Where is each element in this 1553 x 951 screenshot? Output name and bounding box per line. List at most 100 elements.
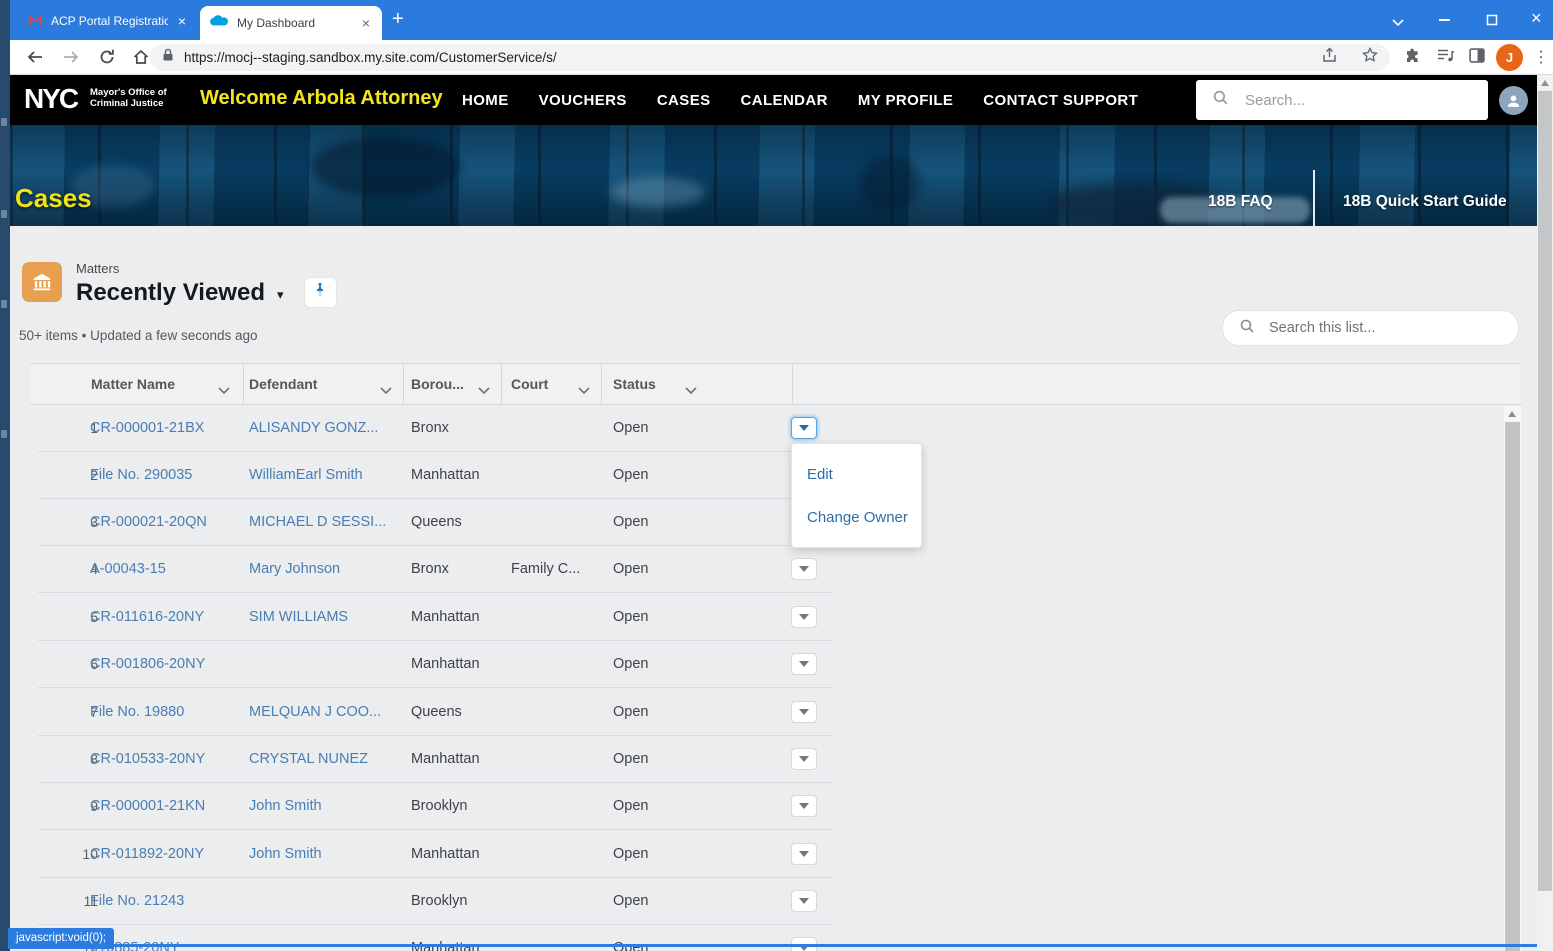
matter-link[interactable]: CR-011616-20NY xyxy=(90,594,204,641)
reading-list-icon[interactable] xyxy=(1437,48,1457,68)
matter-link[interactable]: File No. 19880 xyxy=(90,689,184,736)
matter-link[interactable]: CR-001806-20NY xyxy=(90,641,205,688)
url-bar[interactable]: https://mocj--staging.sandbox.my.site.co… xyxy=(150,44,1390,71)
matter-link[interactable]: CR-011892-20NY xyxy=(90,831,204,878)
column-matter-name[interactable]: Matter Name xyxy=(91,376,175,392)
new-tab-button[interactable]: + xyxy=(392,8,404,31)
browser-tab-acp-portal[interactable]: ACP Portal Registratio × xyxy=(18,5,198,37)
extensions-puzzle-icon[interactable] xyxy=(1404,48,1424,68)
link-18b-faq[interactable]: 18B FAQ xyxy=(1208,193,1273,211)
page-scrollbar-thumb[interactable] xyxy=(1538,91,1552,891)
browser-tab-bar: ACP Portal Registratio × My Dashboard × … xyxy=(10,0,1553,40)
window-maximize-button[interactable] xyxy=(1486,13,1498,31)
back-icon[interactable] xyxy=(26,48,46,68)
window-menu-chevron-icon[interactable] xyxy=(1392,14,1404,32)
chevron-down-icon[interactable] xyxy=(578,381,590,399)
scroll-up-arrow-icon[interactable] xyxy=(1508,411,1516,417)
nav-item-my-profile[interactable]: MY PROFILE xyxy=(858,92,953,109)
list-search[interactable] xyxy=(1222,310,1519,346)
nav-item-cases[interactable]: CASES xyxy=(657,92,711,109)
view-caret-icon[interactable]: ▾ xyxy=(277,283,284,303)
column-court[interactable]: Court xyxy=(511,376,548,392)
triangle-down-icon xyxy=(799,898,809,904)
row-actions-button[interactable] xyxy=(791,653,817,675)
search-icon xyxy=(1239,318,1255,339)
row-actions-button[interactable] xyxy=(791,606,817,628)
defendant-link[interactable]: MELQUAN J COO... xyxy=(249,689,381,736)
chevron-down-icon[interactable] xyxy=(218,381,230,399)
row-actions-button[interactable] xyxy=(791,890,817,912)
list-view-name[interactable]: Recently Viewed xyxy=(76,279,265,307)
defendant-link[interactable]: John Smith xyxy=(249,831,322,878)
row-actions-button[interactable] xyxy=(791,558,817,580)
borough-cell: Bronx xyxy=(411,546,449,593)
list-view-selector: Recently Viewed ▾ xyxy=(76,277,337,308)
column-borough[interactable]: Borou... xyxy=(411,376,464,392)
menu-item-change-owner[interactable]: Change Owner xyxy=(807,509,908,526)
borough-cell: Bronx xyxy=(411,405,449,452)
chevron-down-icon[interactable] xyxy=(685,381,697,399)
matter-link[interactable]: CR-000021-20QN xyxy=(90,499,207,546)
defendant-link[interactable]: MICHAEL D SESSI... xyxy=(249,499,386,546)
nav-item-home[interactable]: HOME xyxy=(462,92,509,109)
defendant-link[interactable]: SIM WILLIAMS xyxy=(249,594,348,641)
reload-icon[interactable] xyxy=(98,48,118,68)
defendant-link[interactable]: CRYSTAL NUNEZ xyxy=(249,736,368,783)
list-scrollbar-thumb[interactable] xyxy=(1505,422,1520,951)
tab-close-icon[interactable]: × xyxy=(360,16,372,30)
defendant-link[interactable]: WilliamEarl Smith xyxy=(249,452,363,499)
bookmark-star-icon[interactable] xyxy=(1362,47,1378,68)
pin-list-button[interactable] xyxy=(304,277,337,308)
row-actions-button[interactable] xyxy=(791,843,817,865)
global-search[interactable] xyxy=(1196,80,1488,120)
tab-close-icon[interactable]: × xyxy=(176,14,188,28)
object-label: Matters xyxy=(76,261,119,276)
home-icon[interactable] xyxy=(132,48,152,68)
chevron-down-icon[interactable] xyxy=(478,381,490,399)
nav-item-contact-support[interactable]: CONTACT SUPPORT xyxy=(983,92,1138,109)
matter-link[interactable]: CR-010533-20NY xyxy=(90,736,205,783)
matter-link[interactable]: CR-000001-21BX xyxy=(90,405,204,452)
matter-link[interactable]: File No. 290035 xyxy=(90,452,192,499)
row-actions-button[interactable] xyxy=(791,795,817,817)
window-minimize-button[interactable] xyxy=(1439,19,1450,21)
page-scrollbar[interactable] xyxy=(1537,75,1553,951)
matter-link[interactable]: CR-000001-21KN xyxy=(90,783,205,830)
global-search-input[interactable] xyxy=(1243,91,1447,110)
row-actions-button[interactable] xyxy=(791,748,817,770)
list-scrollbar[interactable] xyxy=(1504,406,1521,951)
borough-cell: Queens xyxy=(411,689,462,736)
row-actions-button[interactable] xyxy=(791,417,817,439)
hero-photo-shape xyxy=(860,155,920,210)
share-icon[interactable] xyxy=(1321,47,1338,68)
tab-title: My Dashboard xyxy=(237,16,352,30)
side-panel-icon[interactable] xyxy=(1469,48,1489,68)
matter-link[interactable]: File No. 21243 xyxy=(90,878,184,925)
list-search-input[interactable] xyxy=(1267,319,1491,337)
row-actions-menu: Edit Change Owner xyxy=(791,443,922,548)
borough-cell: Manhattan xyxy=(411,641,480,688)
column-status[interactable]: Status xyxy=(613,376,656,392)
menu-item-edit[interactable]: Edit xyxy=(807,466,833,483)
user-avatar-icon[interactable] xyxy=(1499,86,1528,115)
browser-profile-avatar[interactable]: J xyxy=(1496,44,1523,71)
link-18b-quick-start-guide[interactable]: 18B Quick Start Guide xyxy=(1343,193,1507,211)
forward-icon[interactable] xyxy=(62,48,82,68)
nav-item-calendar[interactable]: CALENDAR xyxy=(741,92,828,109)
defendant-link[interactable]: John Smith xyxy=(249,783,322,830)
chevron-down-icon[interactable] xyxy=(380,381,392,399)
court-cell: Family C... xyxy=(511,546,580,593)
window-close-button[interactable]: × xyxy=(1531,9,1542,27)
defendant-link[interactable]: ALISANDY GONZ... xyxy=(249,405,378,452)
defendant-link[interactable]: Mary Johnson xyxy=(249,546,340,593)
browser-menu-kebab-icon[interactable]: ⋮ xyxy=(1533,47,1549,67)
nav-item-vouchers[interactable]: VOUCHERS xyxy=(539,92,627,109)
matter-link[interactable]: A-00043-15 xyxy=(90,546,166,593)
background-window-fragment xyxy=(1,430,7,438)
triangle-down-icon xyxy=(799,709,809,715)
scroll-up-arrow-icon[interactable] xyxy=(1541,80,1549,86)
table-row: 12 010885-20NY Manhattan Open xyxy=(30,925,1521,951)
column-defendant[interactable]: Defendant xyxy=(249,376,317,392)
browser-tab-my-dashboard[interactable]: My Dashboard × xyxy=(200,6,382,40)
row-actions-button[interactable] xyxy=(791,701,817,723)
